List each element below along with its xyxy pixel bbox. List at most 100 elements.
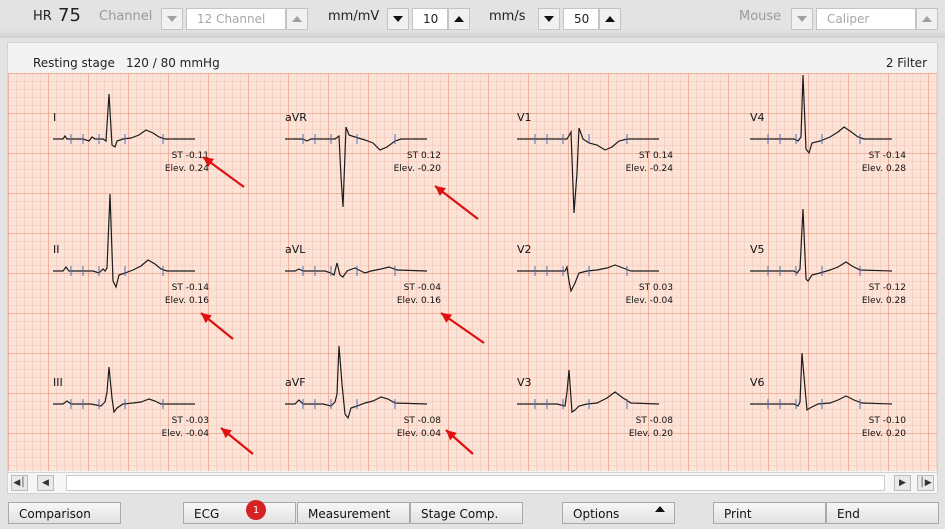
ecg-traces: I ST -0.11 Elev. 0.24 aVR ST 0.12 Elev. -0.20…: [53, 74, 907, 455]
ecg-trace: [53, 93, 195, 148]
elevation-value: Elev. -0.20: [394, 164, 442, 174]
speed-decrease-button[interactable]: [538, 8, 560, 30]
channel-decrease-button[interactable]: [161, 8, 183, 30]
st-value: ST -0.04: [404, 283, 442, 293]
red-arrow-annotation: [200, 312, 234, 340]
lead-name: V4: [750, 111, 765, 124]
lead-name: V6: [750, 376, 765, 389]
blood-pressure: 120 / 80 mmHg: [126, 56, 220, 70]
red-arrow-annotation: [434, 185, 479, 220]
lead-name: V5: [750, 243, 765, 256]
lead-v3: V3 ST -0.08 Elev. 0.20: [517, 369, 674, 439]
elevation-value: Elev. 0.28: [862, 296, 906, 306]
elevation-value: Elev. 0.20: [629, 429, 673, 439]
mouse-mode-field[interactable]: Caliper: [816, 8, 916, 30]
chevron-up-icon: [922, 16, 932, 22]
chevron-up-icon: [605, 16, 615, 22]
lead-iii: III ST -0.03 Elev. -0.04: [53, 366, 254, 455]
first-page-icon[interactable]: ◀│: [11, 475, 28, 491]
speed-field[interactable]: 50: [563, 8, 599, 30]
ecg-grid[interactable]: I ST -0.11 Elev. 0.24 aVR ST 0.12 Elev. -0.20…: [8, 73, 937, 471]
lead-v2: V2 ST 0.03 Elev. -0.04: [517, 243, 673, 306]
lead-v6: V6 ST -0.10 Elev. 0.20: [750, 352, 907, 439]
lead-name: III: [53, 376, 63, 389]
elevation-value: Elev. 0.20: [862, 429, 906, 439]
ecg-notification-badge: 1: [246, 500, 266, 520]
ecg-trace: [53, 366, 195, 414]
st-value: ST -0.03: [172, 416, 209, 426]
chevron-up-icon: [454, 16, 464, 22]
chevron-down-icon: [167, 16, 177, 22]
channel-increase-button[interactable]: [286, 8, 308, 30]
filter-indicator: 2 Filter: [885, 56, 927, 70]
lead-avr: aVR ST 0.12 Elev. -0.20: [285, 111, 479, 220]
mouse-mode-up-button[interactable]: [916, 8, 938, 30]
st-value: ST -0.08: [636, 416, 674, 426]
gain-unit-label: mm/mV: [328, 9, 380, 24]
st-value: ST -0.10: [869, 416, 907, 426]
red-arrow-annotation: [202, 156, 245, 188]
measurement-button[interactable]: Measurement: [297, 502, 410, 524]
st-value: ST -0.12: [869, 283, 906, 293]
channel-label: Channel: [99, 9, 153, 24]
ecg-trace: [285, 345, 428, 420]
chevron-down-icon: [544, 16, 554, 22]
gain-field[interactable]: 10: [412, 8, 448, 30]
top-toolbar: HR 75 Channel 12 Channel mm/mV 10 mm/s 5…: [0, 0, 945, 38]
st-value: ST 0.12: [407, 151, 441, 161]
st-value: ST 0.14: [639, 151, 673, 161]
chevron-up-icon: [292, 16, 302, 22]
speed-unit-label: mm/s: [489, 9, 526, 24]
chevron-down-icon: [797, 16, 807, 22]
ecg-trace: [750, 74, 892, 155]
toolbar-shadow: [0, 30, 945, 38]
ecg-trace: [285, 262, 428, 278]
red-arrow-annotation: [445, 429, 474, 455]
scrollbar-track[interactable]: [66, 475, 885, 491]
lead-ii: II ST -0.14 Elev. 0.16: [53, 193, 234, 340]
hr-label: HR: [33, 9, 52, 24]
stage-label: Resting stage: [33, 56, 115, 70]
elevation-value: Elev. -0.04: [626, 296, 674, 306]
gain-increase-button[interactable]: [448, 8, 470, 30]
lead-v4: V4 ST -0.14 Elev. 0.28: [750, 74, 906, 174]
ecg-button[interactable]: ECG: [183, 502, 296, 524]
gain-decrease-button[interactable]: [387, 8, 409, 30]
lead-name: aVF: [285, 376, 306, 389]
channel-field[interactable]: 12 Channel: [186, 8, 286, 30]
ecg-trace: [750, 208, 893, 282]
elevation-value: Elev. 0.16: [397, 296, 441, 306]
elevation-value: Elev. -0.04: [162, 429, 210, 439]
ecg-trace: [53, 193, 195, 289]
prev-icon[interactable]: ◀: [37, 475, 54, 491]
st-value: ST -0.08: [404, 416, 442, 426]
bottom-button-bar: Comparison ECG Measurement Stage Comp. O…: [0, 499, 945, 529]
lead-name: I: [53, 111, 56, 124]
elevation-value: Elev. 0.28: [862, 164, 906, 174]
comparison-button[interactable]: Comparison: [8, 502, 121, 524]
lead-i: I ST -0.11 Elev. 0.24: [53, 93, 245, 188]
st-value: ST 0.03: [639, 283, 673, 293]
last-page-icon[interactable]: │▶: [917, 475, 934, 491]
elevation-value: Elev. 0.24: [165, 164, 209, 174]
elevation-value: Elev. 0.16: [165, 296, 209, 306]
mouse-mode-dropdown-button[interactable]: [791, 8, 813, 30]
st-value: ST -0.14: [172, 283, 210, 293]
st-value: ST -0.11: [172, 151, 209, 161]
red-arrow-annotation: [220, 427, 254, 455]
lead-v1: V1 ST 0.14 Elev. -0.24: [517, 111, 674, 214]
chevron-down-icon: [393, 16, 403, 22]
next-icon[interactable]: ▶: [894, 475, 911, 491]
lead-avl: aVL ST -0.04 Elev. 0.16: [285, 243, 485, 344]
end-button[interactable]: End: [826, 502, 939, 524]
lead-name: aVL: [285, 243, 306, 256]
print-button[interactable]: Print: [713, 502, 826, 524]
ecg-trace: [517, 369, 660, 414]
elevation-value: Elev. -0.24: [626, 164, 674, 174]
ecg-trace: [750, 352, 893, 412]
elevation-value: Elev. 0.04: [397, 429, 441, 439]
horizontal-scrollbar[interactable]: ◀│ ◀ ▶ │▶: [8, 472, 937, 493]
speed-increase-button[interactable]: [599, 8, 621, 30]
lead-name: V1: [517, 111, 532, 124]
stage-comp-button[interactable]: Stage Comp.: [410, 502, 523, 524]
